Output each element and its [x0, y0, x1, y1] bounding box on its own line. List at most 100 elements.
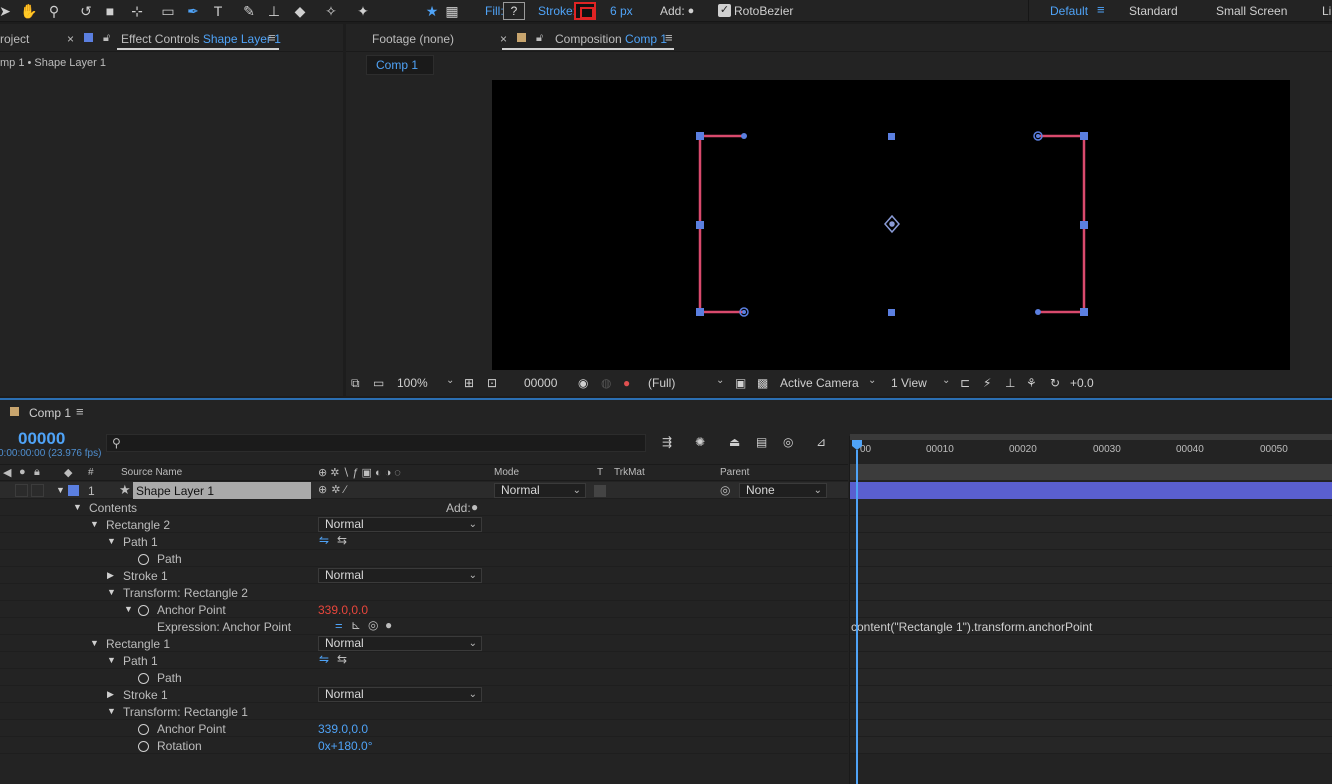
composition-viewer[interactable] [492, 80, 1290, 370]
monitor-icon[interactable]: ▭ [373, 376, 384, 390]
stroke-1b-blend-dropdown[interactable]: Normal ⌄ [318, 687, 482, 702]
graph-editor-icon[interactable]: ⊿ [816, 435, 826, 449]
transparency-grid-icon[interactable]: ▩ [757, 376, 768, 390]
disclosure-triangle-open-icon[interactable]: ▼ [124, 604, 133, 614]
path-reverse-icon[interactable]: ⇆ [337, 533, 347, 547]
lock-icon[interactable]: 🔒︎ [34, 466, 40, 479]
layer-row[interactable]: ▼ 1 ★ Shape Layer 1 ⊕✲∕ Normal ⌄ ◎ None ⌄ [0, 482, 848, 499]
stroke-swatch[interactable] [574, 2, 596, 20]
hand-tool-icon[interactable]: ✋ [20, 2, 38, 20]
eraser-tool-icon[interactable]: ◆ [291, 2, 309, 20]
col-source-name[interactable]: Source Name [121, 467, 182, 478]
stroke-1-blend-dropdown[interactable]: Normal ⌄ [318, 568, 482, 583]
toggle-pixel-aspect-icon[interactable]: ⊏ [960, 376, 970, 390]
path-reverse-icon[interactable]: ⇆ [337, 652, 347, 666]
layer-mode-dropdown[interactable]: Normal ⌄ [494, 483, 586, 498]
close-icon[interactable]: × [67, 32, 74, 46]
exposure-value[interactable]: +0.0 [1070, 376, 1094, 390]
resolution-dropdown[interactable]: (Full) [648, 376, 675, 390]
expression-text[interactable]: content("Rectangle 1").transform.anchorP… [851, 620, 1092, 634]
lock-icon[interactable]: 🔓︎ [103, 32, 110, 45]
layer-switches[interactable]: ⊕✲∕ [318, 483, 350, 496]
disclosure-triangle-open-icon[interactable]: ▼ [90, 519, 99, 529]
current-time-display[interactable]: 00000 [18, 429, 65, 449]
disclosure-triangle-open-icon[interactable]: ▼ [107, 706, 116, 716]
frame-blending-icon[interactable]: ▤ [756, 435, 767, 449]
selection-tool-icon[interactable]: ➤ [0, 2, 14, 20]
puppet-pin-tool-icon[interactable]: ✦ [354, 2, 372, 20]
tab-project[interactable]: roject [0, 32, 29, 46]
mask-visibility-icon[interactable]: ⊡ [487, 376, 497, 390]
preserve-transparency-toggle[interactable] [594, 485, 606, 497]
region-of-interest-icon[interactable]: ▣ [735, 376, 746, 390]
anchor-point-b-value[interactable]: 339.0,0.0 [318, 722, 368, 736]
time-ruler[interactable]: 00 00010 00020 00030 00040 00050 [850, 434, 1332, 480]
rotobezier-checkbox[interactable]: ✓ [718, 4, 731, 17]
workspace-library[interactable]: Li [1322, 4, 1331, 18]
rotate-tool-icon[interactable]: ↺ [77, 2, 95, 20]
camera-dropdown[interactable]: Active Camera [780, 376, 859, 390]
camera-tool-icon[interactable]: ■ [101, 2, 119, 20]
grid-icon[interactable]: ▦ [443, 2, 461, 20]
type-tool-icon[interactable]: T [209, 2, 227, 20]
draft-3d-icon[interactable]: ✺ [695, 435, 705, 449]
motion-blur-icon[interactable]: ◎ [783, 435, 793, 449]
stroke-width[interactable]: 6 px [610, 4, 633, 18]
expression-track[interactable]: content("Rectangle 1").transform.anchorP… [850, 618, 1332, 635]
always-preview-icon[interactable]: ⧉ [351, 376, 360, 391]
views-dropdown[interactable]: 1 View [891, 376, 927, 390]
stopwatch-icon[interactable] [138, 554, 149, 565]
solo-icon[interactable]: ● [19, 466, 26, 478]
pickwhip-icon[interactable]: ◎ [720, 483, 730, 497]
disclosure-triangle-open-icon[interactable]: ▼ [73, 502, 82, 512]
disclosure-triangle-closed-icon[interactable]: ▶ [107, 689, 114, 700]
disclosure-triangle-open-icon[interactable]: ▼ [107, 655, 116, 665]
timeline-tab-title[interactable]: Comp 1 [29, 406, 71, 420]
star-icon[interactable]: ★ [423, 2, 441, 20]
brush-tool-icon[interactable]: ✎ [240, 2, 258, 20]
tab-effect-controls[interactable]: Effect Controls Shape Layer 1 [121, 32, 281, 46]
workspace-default[interactable]: Default [1050, 4, 1088, 18]
expression-enable-icon[interactable]: = [335, 618, 343, 633]
video-toggle[interactable] [15, 484, 28, 497]
disclosure-triangle-open-icon[interactable]: ▼ [107, 536, 116, 546]
add-menu-icon[interactable]: ● [471, 500, 478, 514]
rectangle-2-blend-dropdown[interactable]: Normal ⌄ [318, 517, 482, 532]
search-input[interactable]: ⚲ [106, 434, 646, 452]
audio-icon[interactable]: ◀︎ [3, 466, 11, 479]
stopwatch-icon[interactable] [138, 673, 149, 684]
work-area-bar[interactable] [850, 434, 1332, 440]
tab-composition[interactable]: Composition Comp 1 [555, 32, 667, 46]
expression-language-menu-icon[interactable]: ● [385, 618, 392, 632]
layer-duration-bar[interactable] [850, 482, 1332, 499]
workspace-standard[interactable]: Standard [1129, 4, 1178, 18]
path-direction-icon[interactable]: ⇋ [319, 533, 329, 547]
workspace-menu-icon[interactable]: ≡ [1097, 2, 1105, 17]
flowchart-icon[interactable]: ⚘ [1026, 376, 1037, 390]
expression-graph-icon[interactable]: ⊾ [351, 618, 361, 632]
disclosure-triangle-closed-icon[interactable]: ▶ [107, 570, 114, 581]
parent-dropdown[interactable]: None ⌄ [739, 483, 827, 498]
comp-mini-flowchart-icon[interactable]: ⇶ [662, 435, 672, 449]
viewer-timecode[interactable]: 00000 [524, 376, 557, 390]
zoom-tool-icon[interactable]: ⚲ [45, 2, 63, 20]
layer-name-field[interactable]: Shape Layer 1 [133, 482, 311, 499]
layer-label-color[interactable] [68, 485, 79, 496]
stroke-label[interactable]: Stroke: [538, 4, 576, 18]
stopwatch-icon[interactable] [138, 605, 149, 616]
zoom-dropdown[interactable]: 100% [397, 376, 428, 390]
disclosure-triangle-open-icon[interactable]: ▼ [56, 485, 65, 495]
close-icon[interactable]: × [500, 32, 507, 46]
title-safe-icon[interactable]: ⊞ [464, 376, 474, 390]
anchor-point-icon[interactable] [884, 214, 900, 234]
playhead-line[interactable] [856, 450, 858, 784]
anchor-point-value-expression[interactable]: 339.0,0.0 [318, 603, 368, 617]
timeline-icon[interactable]: ⊥ [1005, 376, 1015, 390]
pen-tool-icon[interactable]: ✒ [184, 2, 202, 20]
audio-toggle[interactable] [31, 484, 44, 497]
disclosure-triangle-open-icon[interactable]: ▼ [90, 638, 99, 648]
path-direction-icon[interactable]: ⇋ [319, 652, 329, 666]
tab-footage[interactable]: Footage (none) [372, 32, 454, 46]
workspace-small-screen[interactable]: Small Screen [1216, 4, 1287, 18]
panel-menu-icon[interactable]: ≡ [665, 30, 673, 45]
